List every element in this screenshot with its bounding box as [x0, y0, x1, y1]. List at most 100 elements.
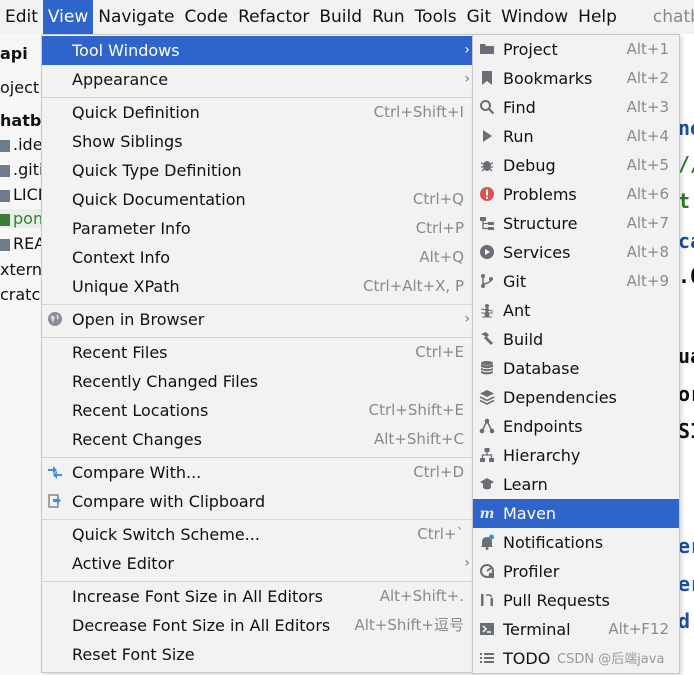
menu-item-quick-documentation[interactable]: Quick Documentation Ctrl+Q [42, 185, 474, 214]
menu-shortcut: Alt+F12 [608, 620, 669, 638]
menu-item-label: Quick Definition [72, 103, 200, 122]
menu-item-active-editor[interactable]: Active Editor › [42, 549, 474, 578]
tool-window-ant[interactable]: Ant [473, 296, 679, 325]
menu-item-compare-with-clipboard[interactable]: Compare with Clipboard [42, 487, 474, 516]
tree-item[interactable]: REA [0, 234, 41, 253]
menu-item-quick-type-definition[interactable]: Quick Type Definition [42, 156, 474, 185]
menu-item-tool-windows[interactable]: Tool Windows › [42, 36, 474, 65]
tool-window-project[interactable]: Project Alt+1 [473, 35, 679, 64]
tree-item[interactable]: .giti [0, 160, 41, 179]
folder-icon [478, 41, 496, 59]
app-title: chatb [652, 7, 694, 27]
menu-navigate[interactable]: Navigate [93, 0, 179, 34]
tool-window-endpoints[interactable]: Endpoints [473, 412, 679, 441]
tree-item[interactable]: pon [0, 209, 41, 228]
menu-item-label: Terminal [503, 620, 571, 639]
menu-item-label: Reset Font Size [72, 645, 195, 664]
menu-build[interactable]: Build [314, 0, 367, 34]
menu-shortcut: Alt+8 [626, 243, 669, 261]
menu-item-decrease-font-size[interactable]: Decrease Font Size in All Editors Alt+Shi… [42, 611, 474, 640]
menu-item-recent-files[interactable]: Recent Files Ctrl+E [42, 338, 474, 367]
watermark: CSDN @后端java [557, 652, 665, 667]
menu-item-unique-xpath[interactable]: Unique XPath Ctrl+Alt+X, P [42, 272, 474, 301]
maven-icon: m [479, 506, 495, 522]
project-tab[interactable]: oject [0, 78, 39, 97]
menu-item-appearance[interactable]: Appearance › [42, 65, 474, 94]
tool-window-services[interactable]: Services Alt+8 [473, 238, 679, 267]
menu-refactor[interactable]: Refactor [233, 0, 314, 34]
tool-window-database[interactable]: Database [473, 354, 679, 383]
menu-item-label: Appearance [72, 70, 169, 89]
menu-edit[interactable]: Edit [0, 0, 43, 34]
tool-window-pull-requests[interactable]: Pull Requests [473, 586, 679, 615]
menu-shortcut: Alt+6 [626, 185, 669, 203]
tool-window-git[interactable]: Git Alt+9 [473, 267, 679, 296]
tool-window-problems[interactable]: Problems Alt+6 [473, 180, 679, 209]
tree-item[interactable]: LICE [0, 185, 41, 204]
tree-item-label: REA [13, 234, 41, 253]
menu-item-label: Debug [503, 156, 556, 175]
bell-icon [478, 534, 496, 552]
endpoints-icon [478, 418, 496, 436]
menu-item-recent-changes[interactable]: Recent Changes Alt+Shift+C [42, 425, 474, 454]
tool-window-run[interactable]: Run Alt+4 [473, 122, 679, 151]
menu-shortcut: Ctrl+` [417, 525, 464, 543]
tool-window-debug[interactable]: Debug Alt+5 [473, 151, 679, 180]
menu-git[interactable]: Git [462, 0, 497, 34]
menu-view[interactable]: View [42, 0, 94, 34]
file-icon [0, 164, 10, 177]
code-fragment: er [678, 572, 694, 596]
menu-item-context-info[interactable]: Context Info Alt+Q [42, 243, 474, 272]
menu-item-open-in-browser[interactable]: Open in Browser › [42, 305, 474, 334]
tool-window-notifications[interactable]: Notifications [473, 528, 679, 557]
menu-bar: Edit View Navigate Code Refactor Build R… [0, 0, 694, 34]
menu-help[interactable]: Help [573, 0, 622, 34]
tree-item-scratch[interactable]: cratch [0, 285, 41, 304]
tree-item[interactable]: .ide [0, 135, 41, 154]
menu-item-show-siblings[interactable]: Show Siblings [42, 127, 474, 156]
tool-window-find[interactable]: Find Alt+3 [473, 93, 679, 122]
tool-window-terminal[interactable]: Terminal Alt+F12 [473, 615, 679, 644]
menu-item-recently-changed-files[interactable]: Recently Changed Files [42, 367, 474, 396]
tool-window-profiler[interactable]: Profiler [473, 557, 679, 586]
dependencies-icon [478, 389, 496, 407]
menu-item-label: Run [503, 127, 534, 146]
menu-item-recent-locations[interactable]: Recent Locations Ctrl+Shift+E [42, 396, 474, 425]
tool-window-bookmarks[interactable]: Bookmarks Alt+2 [473, 64, 679, 93]
menu-item-label: Increase Font Size in All Editors [72, 587, 323, 606]
code-fragment: // [678, 152, 694, 176]
menu-item-quick-definition[interactable]: Quick Definition Ctrl+Shift+I [42, 98, 474, 127]
menu-item-label: Unique XPath [72, 277, 180, 296]
menu-code[interactable]: Code [180, 0, 234, 34]
menu-shortcut: Alt+Q [419, 248, 464, 266]
hierarchy-icon [478, 447, 496, 465]
tool-window-learn[interactable]: Learn [473, 470, 679, 499]
menu-shortcut: Ctrl+Shift+E [368, 401, 464, 419]
tree-item-external[interactable]: xterna [0, 260, 41, 279]
menu-item-parameter-info[interactable]: Parameter Info Ctrl+P [42, 214, 474, 243]
menu-item-label: Notifications [503, 533, 604, 552]
tool-window-build[interactable]: Build [473, 325, 679, 354]
menu-item-reset-font-size[interactable]: Reset Font Size [42, 640, 474, 669]
profiler-icon [478, 563, 496, 581]
tool-window-hierarchy[interactable]: Hierarchy [473, 441, 679, 470]
menu-item-quick-switch-scheme[interactable]: Quick Switch Scheme... Ctrl+` [42, 520, 474, 549]
tool-window-dependencies[interactable]: Dependencies [473, 383, 679, 412]
code-fragment: ne [678, 116, 694, 140]
menu-item-label: Parameter Info [72, 219, 191, 238]
menu-item-label: Database [503, 359, 580, 378]
project-root[interactable]: hatbo [0, 111, 41, 130]
file-icon [0, 189, 10, 202]
menu-item-label: Compare With... [72, 463, 202, 482]
terminal-icon [478, 621, 496, 639]
tool-window-maven[interactable]: m Maven [473, 499, 679, 528]
code-fragment: or [678, 382, 694, 406]
menu-item-label: Decrease Font Size in All Editors [72, 616, 331, 635]
menu-item-increase-font-size[interactable]: Increase Font Size in All Editors Alt+Shi… [42, 582, 474, 611]
menu-window[interactable]: Window [496, 0, 573, 34]
menu-item-compare-with[interactable]: Compare With... Ctrl+D [42, 458, 474, 487]
menu-run[interactable]: Run [367, 0, 410, 34]
menu-shortcut: Alt+2 [626, 69, 669, 87]
menu-tools[interactable]: Tools [410, 0, 462, 34]
tool-window-structure[interactable]: Structure Alt+7 [473, 209, 679, 238]
